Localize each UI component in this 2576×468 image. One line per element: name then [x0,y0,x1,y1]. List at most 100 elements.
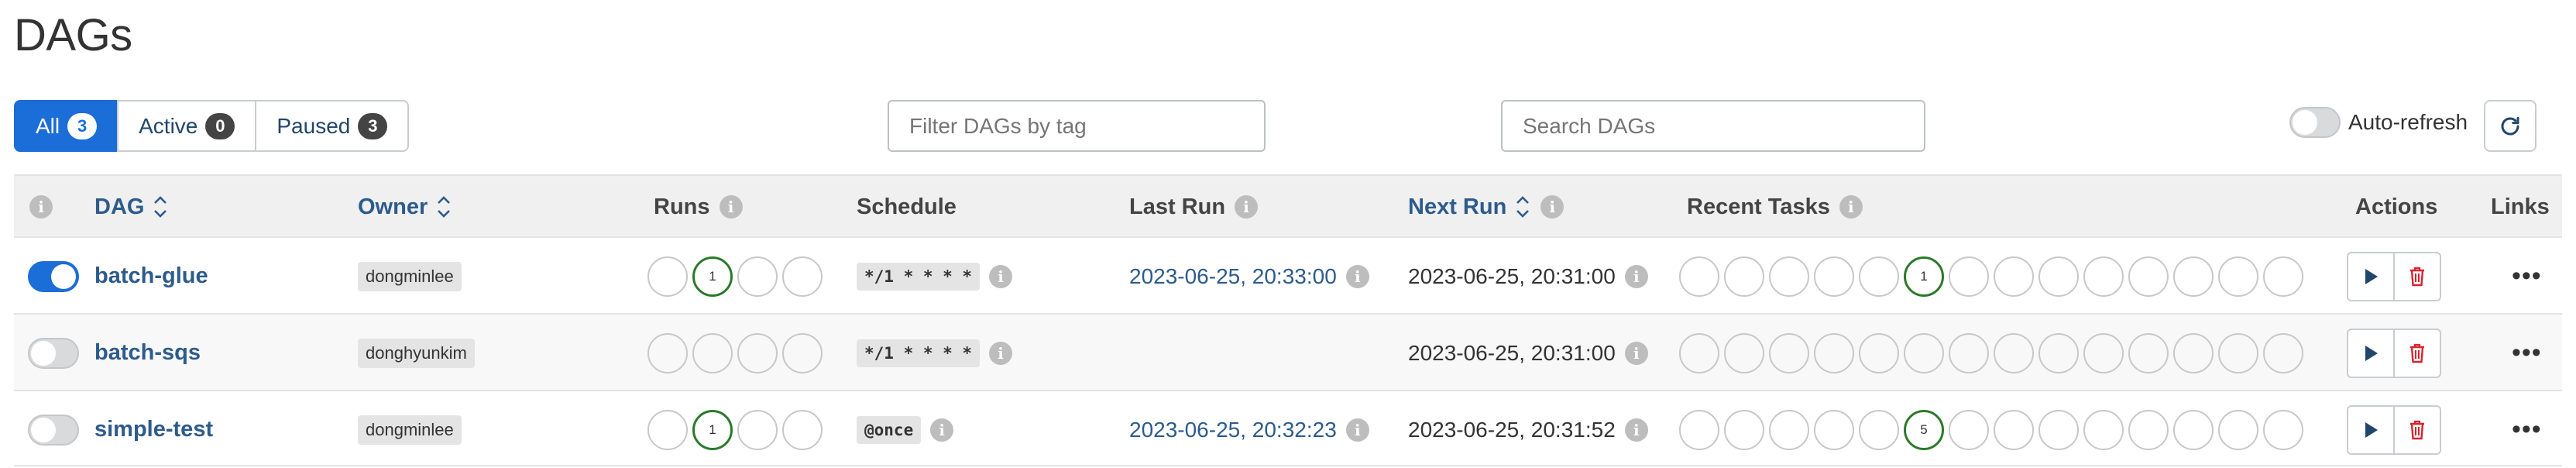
task-status-circle[interactable] [1724,256,1764,297]
run-status-circle[interactable] [647,332,688,373]
last-run-link[interactable]: 2023-06-25, 20:33:00 [1129,264,1337,289]
info-icon[interactable]: i [1624,264,1648,288]
task-status-circle[interactable] [2263,409,2303,450]
task-status-circle[interactable] [2083,256,2124,297]
more-links-icon[interactable]: ••• [2512,338,2542,368]
run-status-circle[interactable] [692,332,733,373]
task-status-circle[interactable] [1814,332,1854,373]
filter-all-button[interactable]: All 3 [14,100,119,152]
task-status-circle[interactable] [2218,332,2258,373]
tag-filter-input[interactable] [888,100,1266,152]
task-status-circle[interactable] [1994,409,2034,450]
task-status-circle[interactable] [2083,409,2124,450]
dag-pause-toggle[interactable] [28,414,79,446]
info-icon[interactable]: i [1839,195,1863,219]
filter-active-button[interactable]: Active 0 [117,100,257,152]
task-status-circle[interactable]: 1 [1904,256,1944,297]
dag-pause-toggle[interactable] [28,337,79,369]
delete-dag-button[interactable] [2393,328,2441,378]
delete-dag-button[interactable] [2393,404,2441,455]
task-status-circle[interactable] [2263,256,2303,297]
trigger-dag-button[interactable] [2347,328,2395,378]
task-status-circle[interactable] [2218,256,2258,297]
info-icon[interactable]: i [1345,418,1369,442]
info-icon[interactable]: i [930,418,954,442]
run-status-circle[interactable] [647,409,688,450]
task-status-circle[interactable] [2038,256,2079,297]
task-status-circle[interactable] [2038,409,2079,450]
owner-tag[interactable]: dongminlee [358,261,462,291]
more-links-icon[interactable]: ••• [2512,261,2542,291]
task-status-circle[interactable] [1949,256,1989,297]
run-status-circle[interactable] [737,332,778,373]
info-icon[interactable]: i [719,195,743,219]
col-next-run-header[interactable]: Next Run i [1408,176,1564,238]
task-status-circle[interactable] [2173,256,2214,297]
info-icon[interactable]: i [1345,264,1369,288]
info-icon[interactable]: i [1540,195,1564,219]
auto-refresh-toggle[interactable] [2289,107,2341,138]
run-status-circle[interactable] [782,256,823,297]
dag-name-link[interactable]: batch-sqs [94,340,201,366]
task-status-circle[interactable] [2263,332,2303,373]
task-status-circle[interactable] [2083,332,2124,373]
task-status-circle[interactable] [1994,256,2034,297]
col-dag-header[interactable]: DAG [94,176,169,238]
dag-pause-toggle[interactable] [28,260,79,292]
task-status-circle[interactable] [2173,409,2214,450]
task-status-circle[interactable] [1679,409,1719,450]
delete-dag-button[interactable] [2393,251,2441,301]
task-status-circle[interactable] [2128,332,2169,373]
task-status-circle[interactable] [1859,256,1899,297]
run-status-circle[interactable] [647,256,688,297]
task-status-circle[interactable] [2128,409,2169,450]
filter-paused-button[interactable]: Paused 3 [255,100,410,152]
task-status-circle[interactable] [1769,332,1809,373]
run-status-circle[interactable]: 1 [692,409,733,450]
info-icon[interactable]: i [1235,195,1259,219]
task-status-circle[interactable] [1859,409,1899,450]
run-status-circle[interactable] [737,256,778,297]
task-status-circle[interactable] [1679,332,1719,373]
trigger-dag-button[interactable] [2347,404,2395,455]
task-status-circle[interactable] [1859,332,1899,373]
dag-name-link[interactable]: batch-glue [94,263,208,289]
refresh-button[interactable] [2484,100,2537,152]
run-status-circle[interactable] [782,409,823,450]
dag-name-cell: batch-sqs [94,315,201,391]
last-run-link[interactable]: 2023-06-25, 20:32:23 [1129,418,1337,442]
actions-cell [2347,391,2441,468]
task-status-circle[interactable] [2038,332,2079,373]
task-status-circle[interactable] [1679,256,1719,297]
task-status-circle[interactable] [1814,409,1854,450]
task-status-circle[interactable] [1949,409,1989,450]
owner-tag[interactable]: donghyunkim [358,338,475,368]
info-icon[interactable]: i [29,195,53,219]
schedule-cell: @once i [857,391,954,468]
task-status-circle[interactable] [1769,256,1809,297]
task-status-circle[interactable] [1724,332,1764,373]
info-icon[interactable]: i [1624,341,1648,365]
task-status-circle[interactable] [1814,256,1854,297]
run-status-circle[interactable] [737,409,778,450]
task-status-circle[interactable]: 5 [1904,409,1944,450]
task-status-circle[interactable] [1904,332,1944,373]
dag-name-link[interactable]: simple-test [94,417,213,442]
info-icon[interactable]: i [989,264,1013,288]
search-dags-input[interactable] [1501,100,1925,152]
info-icon[interactable]: i [1624,418,1648,442]
task-status-circle[interactable] [2128,256,2169,297]
trigger-dag-button[interactable] [2347,251,2395,301]
owner-tag[interactable]: dongminlee [358,415,462,445]
col-owner-header[interactable]: Owner [358,176,452,238]
info-icon[interactable]: i [989,341,1013,365]
task-status-circle[interactable] [2218,409,2258,450]
run-status-circle[interactable] [782,332,823,373]
run-status-circle[interactable]: 1 [692,256,733,297]
more-links-icon[interactable]: ••• [2512,415,2542,445]
task-status-circle[interactable] [1769,409,1809,450]
task-status-circle[interactable] [1994,332,2034,373]
task-status-circle[interactable] [1949,332,1989,373]
task-status-circle[interactable] [2173,332,2214,373]
task-status-circle[interactable] [1724,409,1764,450]
